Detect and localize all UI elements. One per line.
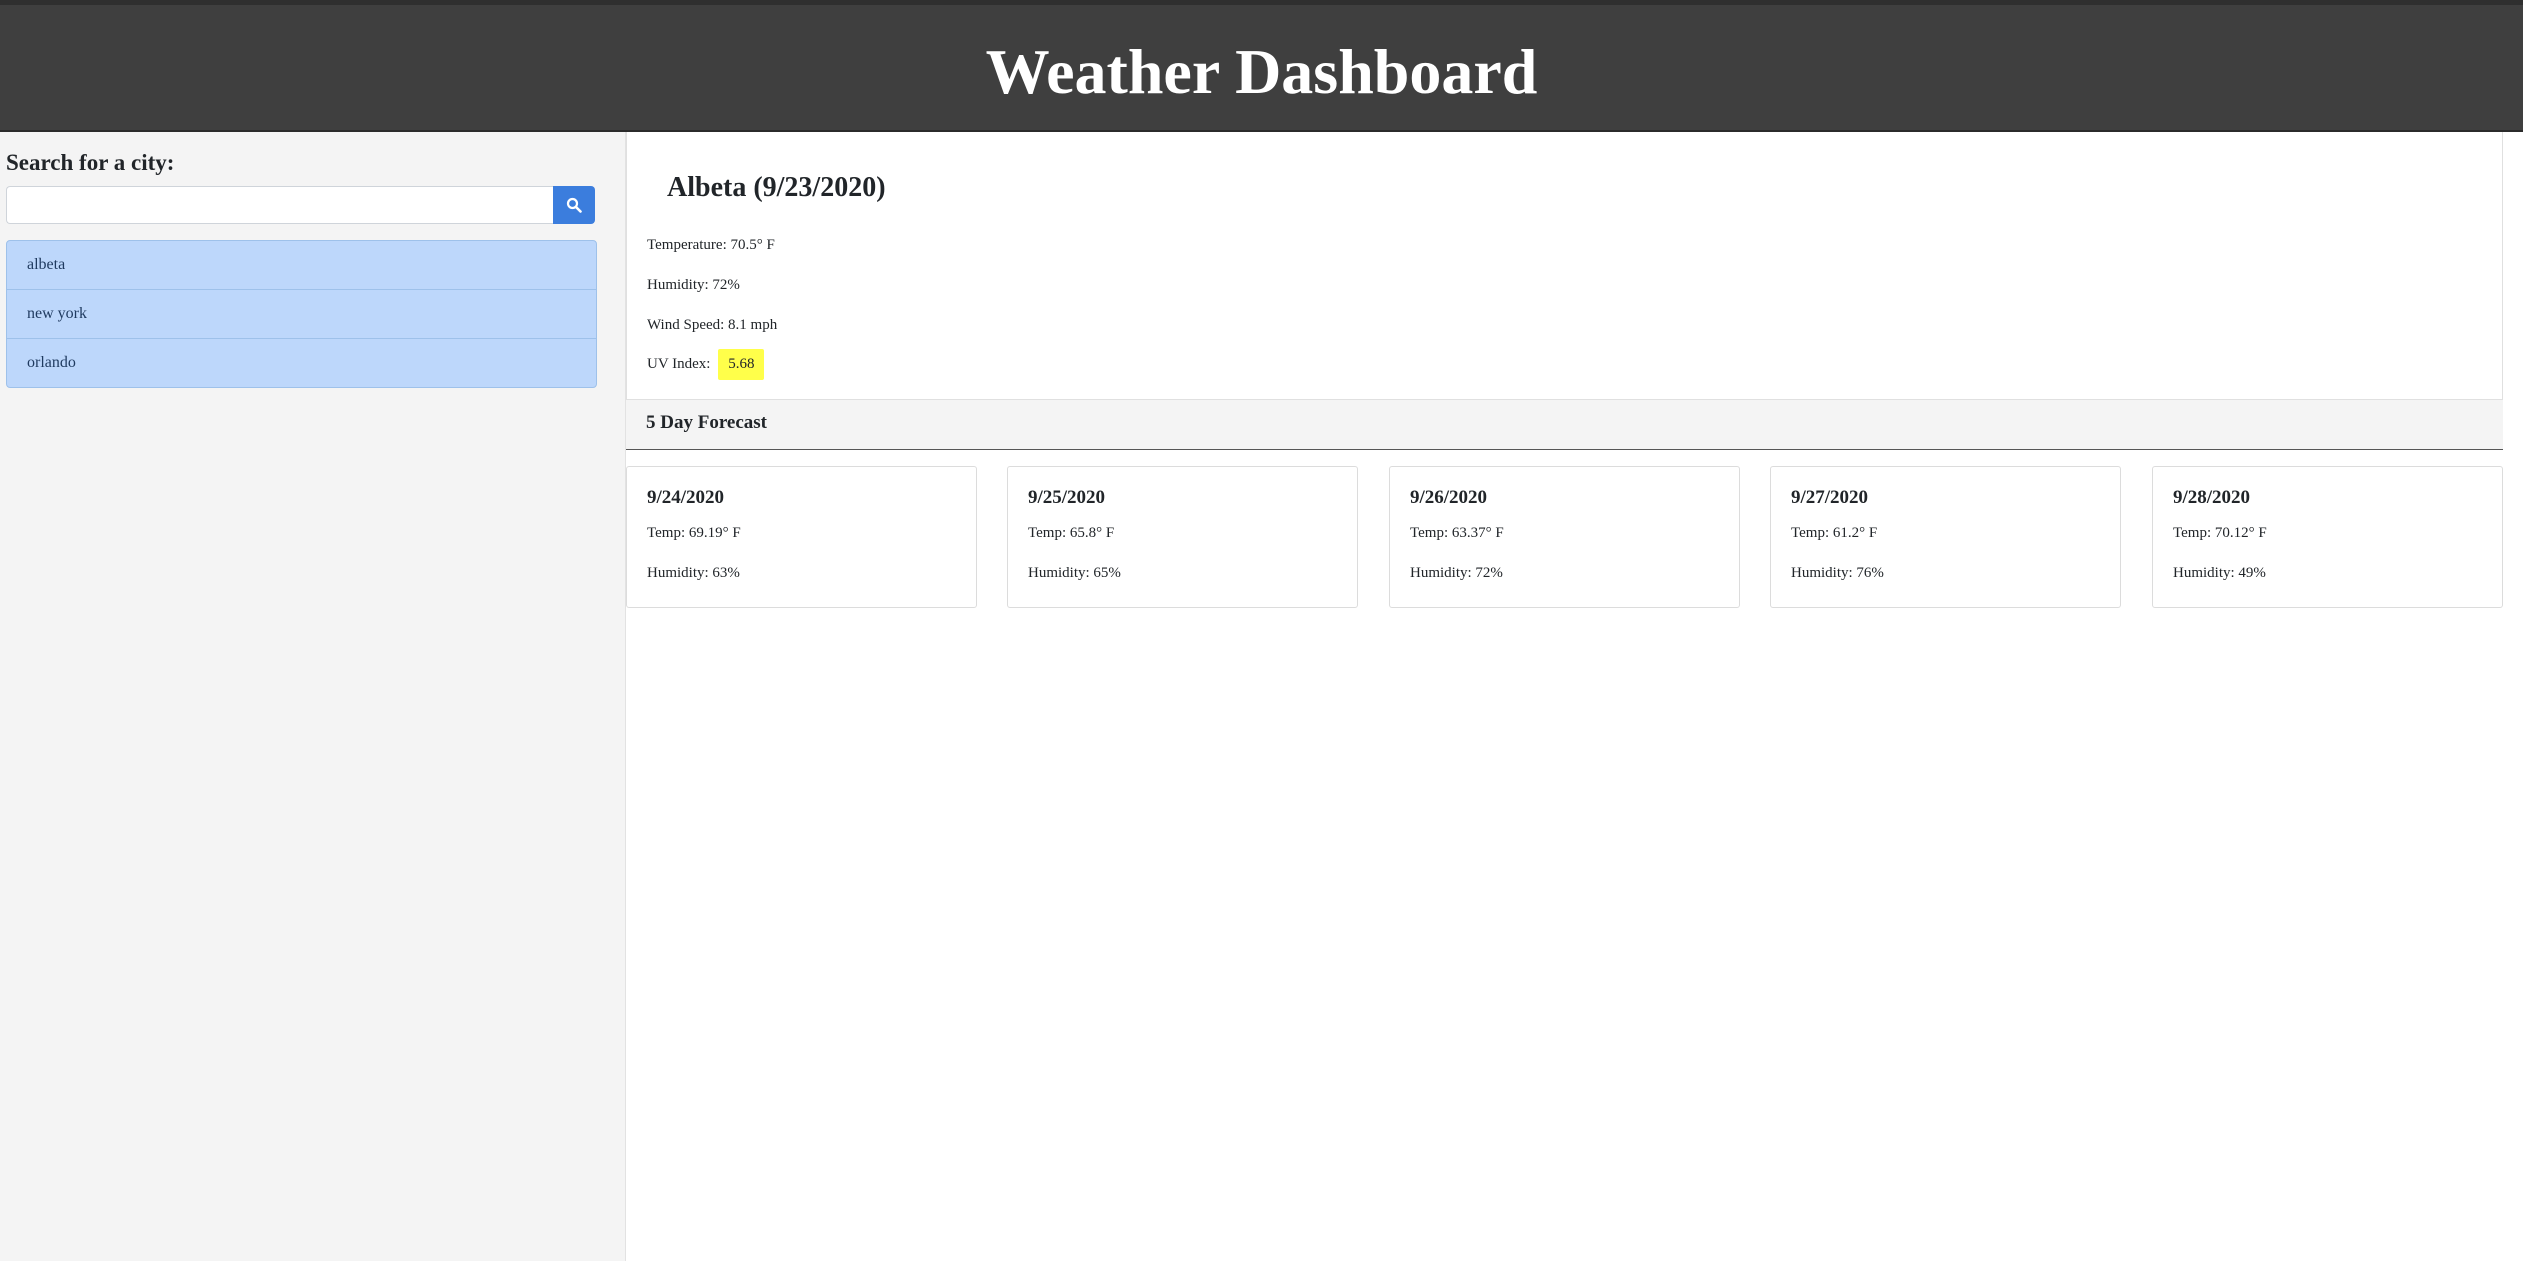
forecast-card: 9/25/2020 Temp: 65.8° F Humidity: 65% [1007, 466, 1358, 608]
forecast-card: 9/28/2020 Temp: 70.12° F Humidity: 49% [2152, 466, 2503, 608]
uv-index-badge: 5.68 [718, 349, 765, 380]
app-header: Weather Dashboard [0, 0, 2523, 132]
city-history-list: albeta new york orlando [6, 240, 597, 388]
search-button[interactable] [553, 186, 595, 224]
current-weather-panel: Albeta (9/23/2020) Temperature: 70.5° F … [626, 132, 2503, 400]
forecast-card: 9/26/2020 Temp: 63.37° F Humidity: 72% [1389, 466, 1740, 608]
uv-index-label: UV Index: [647, 356, 711, 372]
forecast-humidity: Humidity: 63% [647, 565, 740, 581]
forecast-temp: Temp: 65.8° F [1028, 525, 1115, 541]
forecast-card: 9/27/2020 Temp: 61.2° F Humidity: 76% [1770, 466, 2121, 608]
page-title: Weather Dashboard [985, 35, 1538, 107]
main-content: Albeta (9/23/2020) Temperature: 70.5° F … [626, 132, 2503, 1261]
forecast-temp: Temp: 63.37° F [1410, 525, 1504, 541]
forecast-date: 9/28/2020 [2173, 487, 2251, 508]
forecast-humidity: Humidity: 72% [1410, 565, 1503, 581]
forecast-humidity: Humidity: 65% [1028, 565, 1121, 581]
current-humidity: Humidity: 72% [647, 277, 740, 293]
forecast-header: 5 Day Forecast [626, 400, 2503, 450]
forecast-date: 9/24/2020 [647, 487, 725, 508]
forecast-temp: Temp: 70.12° F [2173, 525, 2267, 541]
sidebar: Search for a city: albeta new york orlan… [0, 132, 626, 1261]
search-row [6, 186, 595, 224]
forecast-date: 9/26/2020 [1410, 487, 1488, 508]
forecast-date: 9/25/2020 [1028, 487, 1106, 508]
current-city-title: Albeta (9/23/2020) [667, 172, 886, 203]
city-history-item[interactable]: albeta [7, 241, 596, 290]
current-wind-speed: Wind Speed: 8.1 mph [647, 317, 778, 333]
city-history-item[interactable]: new york [7, 290, 596, 339]
search-input[interactable] [6, 186, 553, 224]
forecast-date: 9/27/2020 [1791, 487, 1869, 508]
forecast-humidity: Humidity: 49% [2173, 565, 2266, 581]
forecast-title: 5 Day Forecast [646, 412, 768, 433]
forecast-cards: 9/24/2020 Temp: 69.19° F Humidity: 63% 9… [626, 466, 2503, 608]
current-temperature: Temperature: 70.5° F [647, 237, 775, 253]
forecast-temp: Temp: 69.19° F [647, 525, 741, 541]
forecast-humidity: Humidity: 76% [1791, 565, 1884, 581]
search-label: Search for a city: [6, 150, 175, 175]
search-icon [566, 197, 582, 213]
forecast-temp: Temp: 61.2° F [1791, 525, 1878, 541]
city-history-item[interactable]: orlando [7, 339, 596, 387]
forecast-card: 9/24/2020 Temp: 69.19° F Humidity: 63% [626, 466, 977, 608]
uv-index-row: UV Index: 5.68 [647, 349, 765, 380]
